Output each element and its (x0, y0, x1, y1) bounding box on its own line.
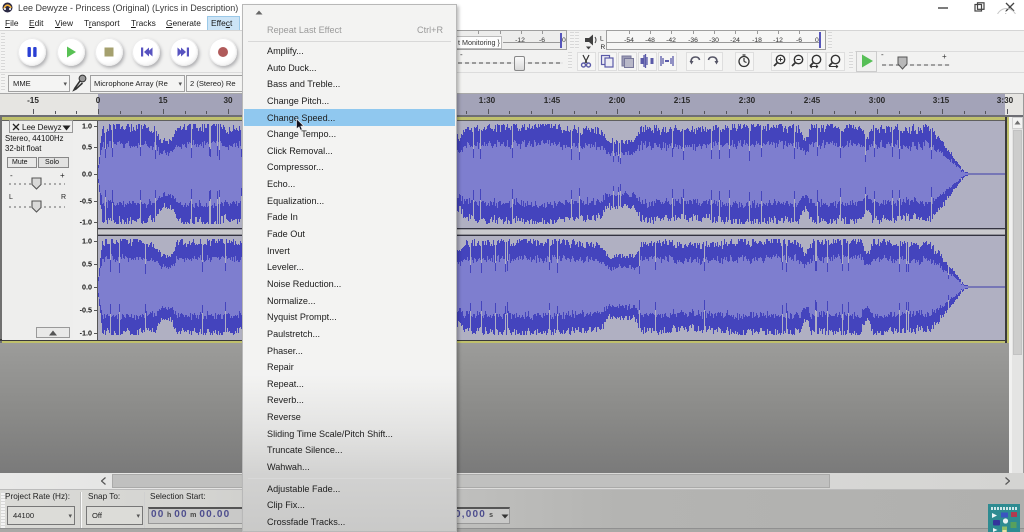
svg-text:L: L (600, 36, 604, 43)
svg-text:R: R (601, 44, 606, 50)
